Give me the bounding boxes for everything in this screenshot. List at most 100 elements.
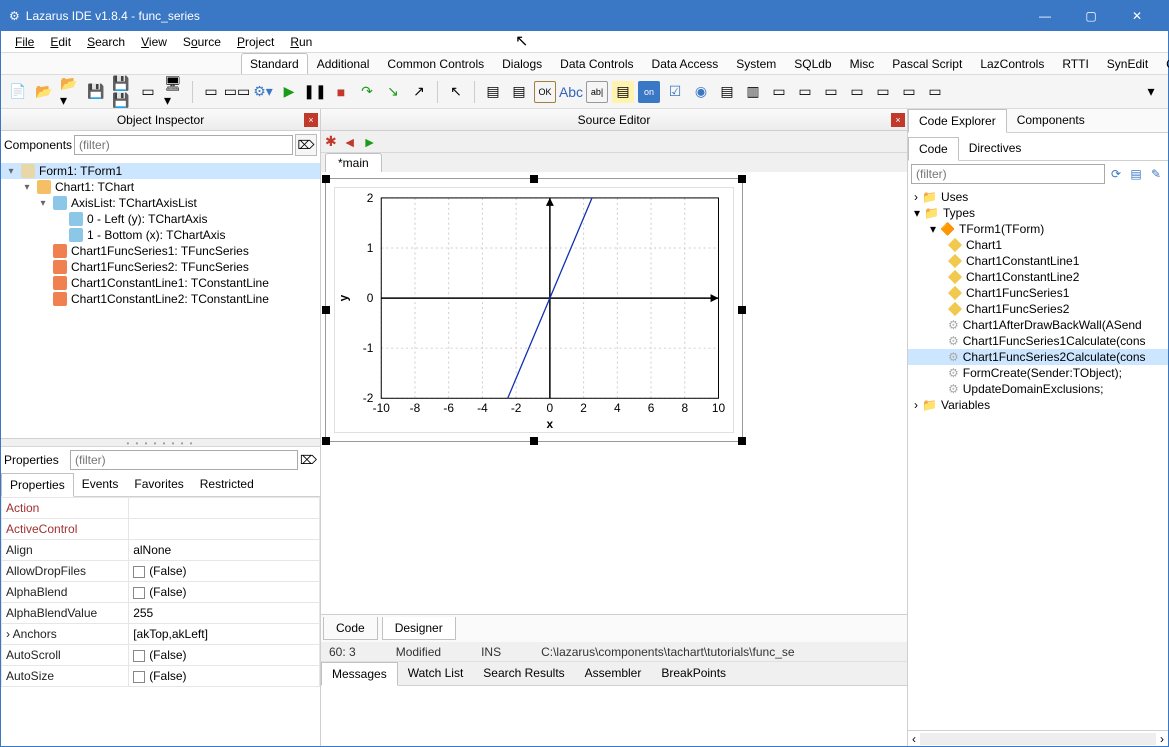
selection-tool[interactable]: ↖: [445, 81, 467, 103]
menu-search[interactable]: Search: [79, 33, 133, 51]
refresh-icon[interactable]: ⟳: [1107, 165, 1125, 183]
comp-combobox[interactable]: ▥: [742, 81, 764, 103]
comp-scrollbar[interactable]: ▭: [768, 81, 790, 103]
menu-project[interactable]: Project: [229, 33, 282, 51]
tab-components[interactable]: Components: [1007, 109, 1095, 132]
subtab-directives[interactable]: Directives: [959, 137, 1032, 160]
tab-restricted[interactable]: Restricted: [192, 473, 262, 496]
comp-togglebox[interactable]: on: [638, 81, 660, 103]
palette-tab-dialogs[interactable]: Dialogs: [493, 53, 551, 74]
open-recent-button[interactable]: 📂▾: [59, 81, 81, 103]
prop-name[interactable]: AlphaBlendValue: [2, 603, 129, 624]
maximize-button[interactable]: ▢: [1068, 1, 1114, 31]
tab-searchresults[interactable]: Search Results: [473, 662, 574, 685]
palette-tab-pascalscript[interactable]: Pascal Script: [883, 53, 971, 74]
prop-name[interactable]: › Anchors: [2, 624, 129, 645]
property-grid[interactable]: ActionActiveControlAlignalNoneAllowDropF…: [1, 497, 320, 746]
component-filter-input[interactable]: [74, 135, 293, 155]
prop-value[interactable]: 255: [129, 603, 320, 624]
comp-memo[interactable]: ▤: [612, 81, 634, 103]
component-tree[interactable]: ▾Form1: TForm1 ▾Chart1: TChart ▾AxisList…: [1, 159, 320, 439]
tab-assembler[interactable]: Assembler: [575, 662, 652, 685]
tree-method[interactable]: ⚙Chart1AfterDrawBackWall(ASend: [908, 317, 1168, 333]
source-editor-close[interactable]: ×: [891, 113, 905, 127]
palette-tab-common[interactable]: Common Controls: [378, 53, 493, 74]
prop-name[interactable]: Align: [2, 540, 129, 561]
comp-label[interactable]: Abc: [560, 81, 582, 103]
palette-tab-standard[interactable]: Standard: [241, 53, 308, 74]
comp-checkgroup[interactable]: ▭: [846, 81, 868, 103]
designed-form[interactable]: -10-8-6-4-20246810-2-1012xy: [325, 178, 743, 442]
prop-value[interactable]: [129, 519, 320, 540]
explorer-filter-input[interactable]: [911, 164, 1105, 184]
prop-name[interactable]: AutoSize: [2, 666, 129, 687]
step-over-button[interactable]: ↷: [356, 81, 378, 103]
tab-code-explorer[interactable]: Code Explorer: [908, 109, 1007, 133]
menu-view[interactable]: View: [133, 33, 175, 51]
stop-button[interactable]: ■: [330, 81, 352, 103]
prop-value[interactable]: (False): [129, 561, 320, 582]
tree-member[interactable]: Chart1FuncSeries1: [908, 285, 1168, 301]
palette-tab-misc[interactable]: Misc: [841, 53, 884, 74]
properties-filter-input[interactable]: [70, 450, 298, 470]
menu-edit[interactable]: Edit: [42, 33, 79, 51]
tab-code[interactable]: Code: [323, 617, 378, 640]
pause-button[interactable]: ❚❚: [304, 81, 326, 103]
palette-tab-lazcontrols[interactable]: LazControls: [971, 53, 1053, 74]
save-button[interactable]: 💾: [85, 81, 107, 103]
view-forms-button[interactable]: ▭▭: [226, 81, 248, 103]
nav-fwd-button[interactable]: ►: [363, 134, 377, 150]
palette-tab-rtti[interactable]: RTTI: [1053, 53, 1097, 74]
new-form-button[interactable]: ▭: [137, 81, 159, 103]
form-designer[interactable]: -10-8-6-4-20246810-2-1012xy: [321, 172, 907, 614]
properties-filter-clear[interactable]: ⌦: [300, 453, 317, 467]
save-all-button[interactable]: 💾💾: [111, 81, 133, 103]
palette-tab-additional[interactable]: Additional: [308, 53, 379, 74]
tab-messages[interactable]: Messages: [321, 662, 398, 686]
palette-tab-synedit[interactable]: SynEdit: [1098, 53, 1157, 74]
hscroll-left[interactable]: ‹: [908, 732, 920, 746]
comp-edit[interactable]: ab|: [586, 81, 608, 103]
tab-events[interactable]: Events: [74, 473, 127, 496]
prop-name[interactable]: AllowDropFiles: [2, 561, 129, 582]
tree-member[interactable]: Chart1: [908, 237, 1168, 253]
comp-actionlist[interactable]: ▭: [924, 81, 946, 103]
comp-mainmenu[interactable]: ▤: [482, 81, 504, 103]
comp-radiogroup[interactable]: ▭: [820, 81, 842, 103]
jump-point-add-icon[interactable]: ✱: [325, 133, 337, 150]
hscrollbar[interactable]: [920, 733, 1156, 745]
tree-method[interactable]: ⚙Chart1FuncSeries1Calculate(cons: [908, 333, 1168, 349]
nav-back-button[interactable]: ◄: [343, 134, 357, 150]
comp-checkbox[interactable]: ☑: [664, 81, 686, 103]
menu-file[interactable]: File: [7, 33, 42, 51]
comp-radiobutton[interactable]: ◉: [690, 81, 712, 103]
comp-frame[interactable]: ▭: [898, 81, 920, 103]
run-button[interactable]: ▶: [278, 81, 300, 103]
tab-favorites[interactable]: Favorites: [126, 473, 191, 496]
prop-name[interactable]: AlphaBlend: [2, 582, 129, 603]
options-icon[interactable]: ✎: [1147, 165, 1165, 183]
step-out-button[interactable]: ↗: [408, 81, 430, 103]
prop-value[interactable]: (False): [129, 645, 320, 666]
palette-tab-sqldb[interactable]: SQLdb: [785, 53, 840, 74]
toggle-form-unit-button[interactable]: 🖥▾: [163, 81, 185, 103]
palette-tab-datacontrols[interactable]: Data Controls: [551, 53, 642, 74]
filter-clear-button[interactable]: ⌦: [295, 134, 317, 156]
close-window-button[interactable]: ✕: [1114, 1, 1160, 31]
comp-groupbox[interactable]: ▭: [794, 81, 816, 103]
tree-method[interactable]: ⚙UpdateDomainExclusions;: [908, 381, 1168, 397]
menu-source[interactable]: Source: [175, 33, 229, 51]
palette-tab-system[interactable]: System: [727, 53, 785, 74]
view-units-button[interactable]: ▭: [200, 81, 222, 103]
palette-tab-dataaccess[interactable]: Data Access: [643, 53, 728, 74]
comp-listbox[interactable]: ▤: [716, 81, 738, 103]
prop-value[interactable]: (False): [129, 582, 320, 603]
tree-member[interactable]: Chart1ConstantLine1: [908, 253, 1168, 269]
hscroll-right[interactable]: ›: [1156, 732, 1168, 746]
prop-name[interactable]: AutoScroll: [2, 645, 129, 666]
minimize-button[interactable]: —: [1022, 1, 1068, 31]
comp-panel[interactable]: ▭: [872, 81, 894, 103]
new-unit-button[interactable]: 📄: [7, 81, 29, 103]
tree-method[interactable]: ⚙FormCreate(Sender:TObject);: [908, 365, 1168, 381]
tab-designer[interactable]: Designer: [382, 617, 456, 640]
